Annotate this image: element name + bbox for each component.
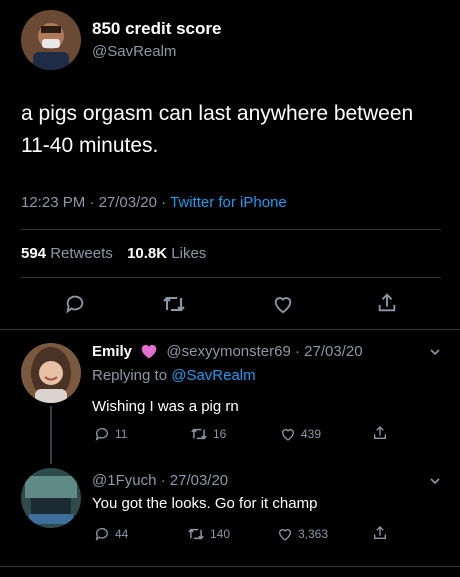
- like-icon[interactable]: [272, 293, 294, 315]
- retweets-label[interactable]: Retweets: [50, 245, 113, 262]
- reply-header: @1Fyuch · 27/03/20: [92, 472, 228, 489]
- handle[interactable]: @SavRealm: [92, 43, 176, 60]
- reply-date: 27/03/20: [169, 472, 229, 489]
- tweet-meta: 12:23 PM · 27/03/20 · Twitter for iPhone: [21, 194, 287, 211]
- retweet-action[interactable]: 140: [187, 526, 230, 542]
- like-icon[interactable]: [277, 526, 293, 542]
- tweet-text: a pigs orgasm can last anywhere between …: [21, 102, 414, 157]
- reply-header: Emily @sexyymonster69 · 27/03/20: [92, 343, 363, 360]
- divider: [0, 566, 460, 567]
- purple-heart-icon: [140, 343, 158, 359]
- retweet-icon[interactable]: [190, 426, 208, 442]
- replying-to-label: Replying to: [92, 367, 168, 384]
- reply-display-name[interactable]: Emily: [92, 343, 132, 360]
- avatar-1fyuch[interactable]: [21, 468, 81, 528]
- share-action[interactable]: [372, 425, 388, 441]
- meta-separator: ·: [89, 194, 99, 211]
- reply-text: You got the looks. Go for it champ: [92, 495, 318, 512]
- retweet-icon[interactable]: [162, 293, 186, 315]
- reply-action[interactable]: 11: [94, 426, 127, 442]
- share-icon[interactable]: [376, 292, 398, 314]
- thread-line: [50, 406, 52, 464]
- chevron-down-icon[interactable]: [428, 345, 442, 359]
- reply-action[interactable]: 44: [94, 526, 128, 542]
- avatar-main[interactable]: [21, 10, 81, 70]
- meta-separator: ·: [160, 472, 166, 489]
- retweet-action[interactable]: 16: [190, 426, 226, 442]
- share-icon[interactable]: [372, 525, 388, 541]
- avatar-emily[interactable]: [21, 343, 81, 403]
- reply-icon[interactable]: [64, 293, 86, 315]
- display-name[interactable]: 850 credit score: [92, 19, 221, 39]
- replying-to: Replying to @SavRealm: [92, 367, 256, 384]
- retweets-count[interactable]: 594: [21, 245, 46, 262]
- reply-icon[interactable]: [94, 526, 110, 542]
- like-action[interactable]: 3,363: [277, 526, 328, 542]
- meta-separator: ·: [161, 194, 171, 211]
- like-icon[interactable]: [280, 426, 296, 442]
- like-count: 3,363: [298, 527, 329, 541]
- reply-date: 27/03/20: [304, 343, 363, 360]
- meta-separator: ·: [295, 343, 300, 360]
- likes-label[interactable]: Likes: [171, 245, 206, 262]
- reply-count: 44: [115, 527, 129, 541]
- replying-to-handle[interactable]: @SavRealm: [171, 367, 255, 384]
- engagement-stats: 594 Retweets 10.8K Likes: [21, 245, 206, 262]
- retweet-count: 16: [213, 427, 227, 441]
- retweet-icon[interactable]: [187, 526, 205, 542]
- share-action[interactable]: [372, 525, 388, 541]
- tweet-time: 12:23 PM: [21, 194, 86, 211]
- share-icon[interactable]: [372, 425, 388, 441]
- likes-count[interactable]: 10.8K: [127, 245, 167, 262]
- tweet-date: 27/03/20: [98, 194, 157, 211]
- divider: [21, 229, 441, 230]
- reply-text: Wishing I was a pig rn: [92, 398, 239, 415]
- like-action[interactable]: 439: [280, 426, 321, 442]
- divider: [0, 329, 460, 330]
- like-count: 439: [301, 427, 322, 441]
- retweet-count: 140: [210, 527, 231, 541]
- reply-handle[interactable]: @1Fyuch: [92, 472, 156, 489]
- reply-icon[interactable]: [94, 426, 110, 442]
- tweet-source[interactable]: Twitter for iPhone: [170, 194, 287, 211]
- divider: [21, 277, 441, 278]
- chevron-down-icon[interactable]: [428, 474, 442, 488]
- reply-count: 11: [115, 427, 128, 441]
- reply-handle[interactable]: @sexyymonster69: [166, 343, 290, 360]
